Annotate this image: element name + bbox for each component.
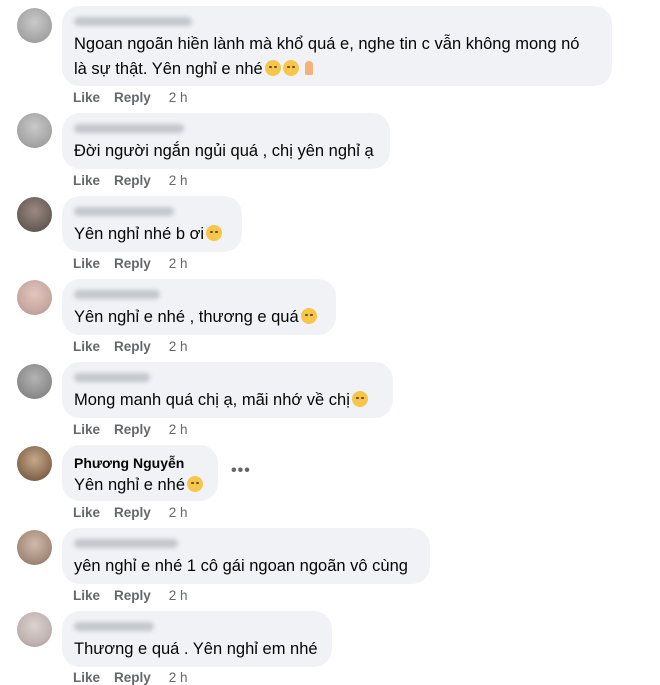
comment-actions: Like Reply 2 h bbox=[73, 588, 188, 603]
avatar[interactable] bbox=[17, 612, 52, 647]
crying-face-icon bbox=[300, 308, 317, 324]
commenter-name-blurred[interactable] bbox=[74, 17, 192, 26]
timestamp[interactable]: 2 h bbox=[169, 256, 188, 271]
comment-bubble: Thương e quá . Yên nghỉ em nhé bbox=[62, 611, 332, 667]
reply-button[interactable]: Reply bbox=[114, 339, 151, 354]
timestamp[interactable]: 2 h bbox=[169, 90, 188, 105]
comment-actions: Like Reply 2 h bbox=[73, 339, 188, 354]
commenter-name-blurred[interactable] bbox=[74, 622, 154, 631]
timestamp[interactable]: 2 h bbox=[169, 588, 188, 603]
comment-text: Đời người ngắn ngủi quá , chị yên nghỉ ạ bbox=[74, 142, 374, 160]
reply-button[interactable]: Reply bbox=[114, 90, 151, 105]
commenter-name-blurred[interactable] bbox=[74, 539, 178, 548]
more-options-button[interactable]: ••• bbox=[231, 462, 251, 480]
reply-button[interactable]: Reply bbox=[114, 505, 151, 520]
like-button[interactable]: Like bbox=[73, 173, 100, 188]
comment-text: Yên nghỉ e nhé bbox=[74, 473, 206, 498]
avatar[interactable] bbox=[17, 280, 52, 315]
folded-hands-icon bbox=[301, 60, 317, 76]
comment-actions: Like Reply 2 h bbox=[73, 173, 188, 188]
like-button[interactable]: Like bbox=[73, 505, 100, 520]
like-button[interactable]: Like bbox=[73, 90, 100, 105]
reply-button[interactable]: Reply bbox=[114, 256, 151, 271]
commenter-name[interactable]: Phương Nguyễn bbox=[74, 455, 206, 471]
comment-text: Yên nghỉ nhé b ơi bbox=[74, 222, 230, 247]
like-button[interactable]: Like bbox=[73, 670, 100, 685]
comment-actions: Like Reply 2 h bbox=[73, 670, 188, 685]
frowning-face-icon bbox=[206, 225, 223, 241]
comment-actions: Like Reply 2 h bbox=[73, 256, 188, 271]
comment-bubble: Mong manh quá chị ạ, mãi nhớ về chị bbox=[62, 362, 393, 418]
comment-text: Thương e quá . Yên nghỉ em nhé bbox=[74, 640, 318, 658]
timestamp[interactable]: 2 h bbox=[169, 173, 188, 188]
commenter-name-blurred[interactable] bbox=[74, 373, 150, 382]
comment-text: Yên nghỉ e nhé , thương e quá bbox=[74, 305, 324, 330]
avatar[interactable] bbox=[17, 446, 52, 481]
avatar[interactable] bbox=[17, 530, 52, 565]
avatar[interactable] bbox=[17, 197, 52, 232]
reply-button[interactable]: Reply bbox=[114, 670, 151, 685]
reply-button[interactable]: Reply bbox=[114, 588, 151, 603]
avatar[interactable] bbox=[17, 113, 52, 148]
pensive-face-icon bbox=[282, 60, 299, 76]
like-button[interactable]: Like bbox=[73, 422, 100, 437]
comment-actions: Like Reply 2 h bbox=[73, 90, 188, 105]
comment-actions: Like Reply 2 h bbox=[73, 422, 188, 437]
comment-text: Ngoan ngoãn hiền lành mà khổ quá e, nghe… bbox=[74, 35, 580, 78]
comment-text: Mong manh quá chị ạ, mãi nhớ về chị bbox=[74, 388, 381, 413]
comment-text: yên nghỉ e nhé 1 cô gái ngoan ngoãn vô c… bbox=[74, 557, 408, 575]
avatar[interactable] bbox=[17, 8, 52, 43]
commenter-name-blurred[interactable] bbox=[74, 290, 160, 299]
commenter-name-blurred[interactable] bbox=[74, 207, 174, 216]
pensive-face-icon bbox=[187, 476, 204, 492]
comment-bubble: Yên nghỉ e nhé , thương e quá bbox=[62, 279, 336, 335]
comment-bubble: Đời người ngắn ngủi quá , chị yên nghỉ ạ bbox=[62, 113, 390, 169]
commenter-name-blurred[interactable] bbox=[74, 124, 184, 133]
timestamp[interactable]: 2 h bbox=[169, 422, 188, 437]
comment-bubble: yên nghỉ e nhé 1 cô gái ngoan ngoãn vô c… bbox=[62, 528, 430, 584]
timestamp[interactable]: 2 h bbox=[169, 339, 188, 354]
like-button[interactable]: Like bbox=[73, 339, 100, 354]
comment-bubble: Phương Nguyễn Yên nghỉ e nhé bbox=[62, 445, 218, 501]
like-button[interactable]: Like bbox=[73, 256, 100, 271]
comment-bubble: Ngoan ngoãn hiền lành mà khổ quá e, nghe… bbox=[62, 6, 612, 86]
avatar[interactable] bbox=[17, 364, 52, 399]
comment-bubble: Yên nghỉ nhé b ơi bbox=[62, 196, 242, 252]
timestamp[interactable]: 2 h bbox=[169, 670, 188, 685]
pensive-face-icon bbox=[264, 60, 281, 76]
like-button[interactable]: Like bbox=[73, 588, 100, 603]
pleading-face-icon bbox=[351, 391, 368, 407]
reply-button[interactable]: Reply bbox=[114, 422, 151, 437]
reply-button[interactable]: Reply bbox=[114, 173, 151, 188]
comment-actions: Like Reply 2 h bbox=[73, 505, 188, 520]
timestamp[interactable]: 2 h bbox=[169, 505, 188, 520]
